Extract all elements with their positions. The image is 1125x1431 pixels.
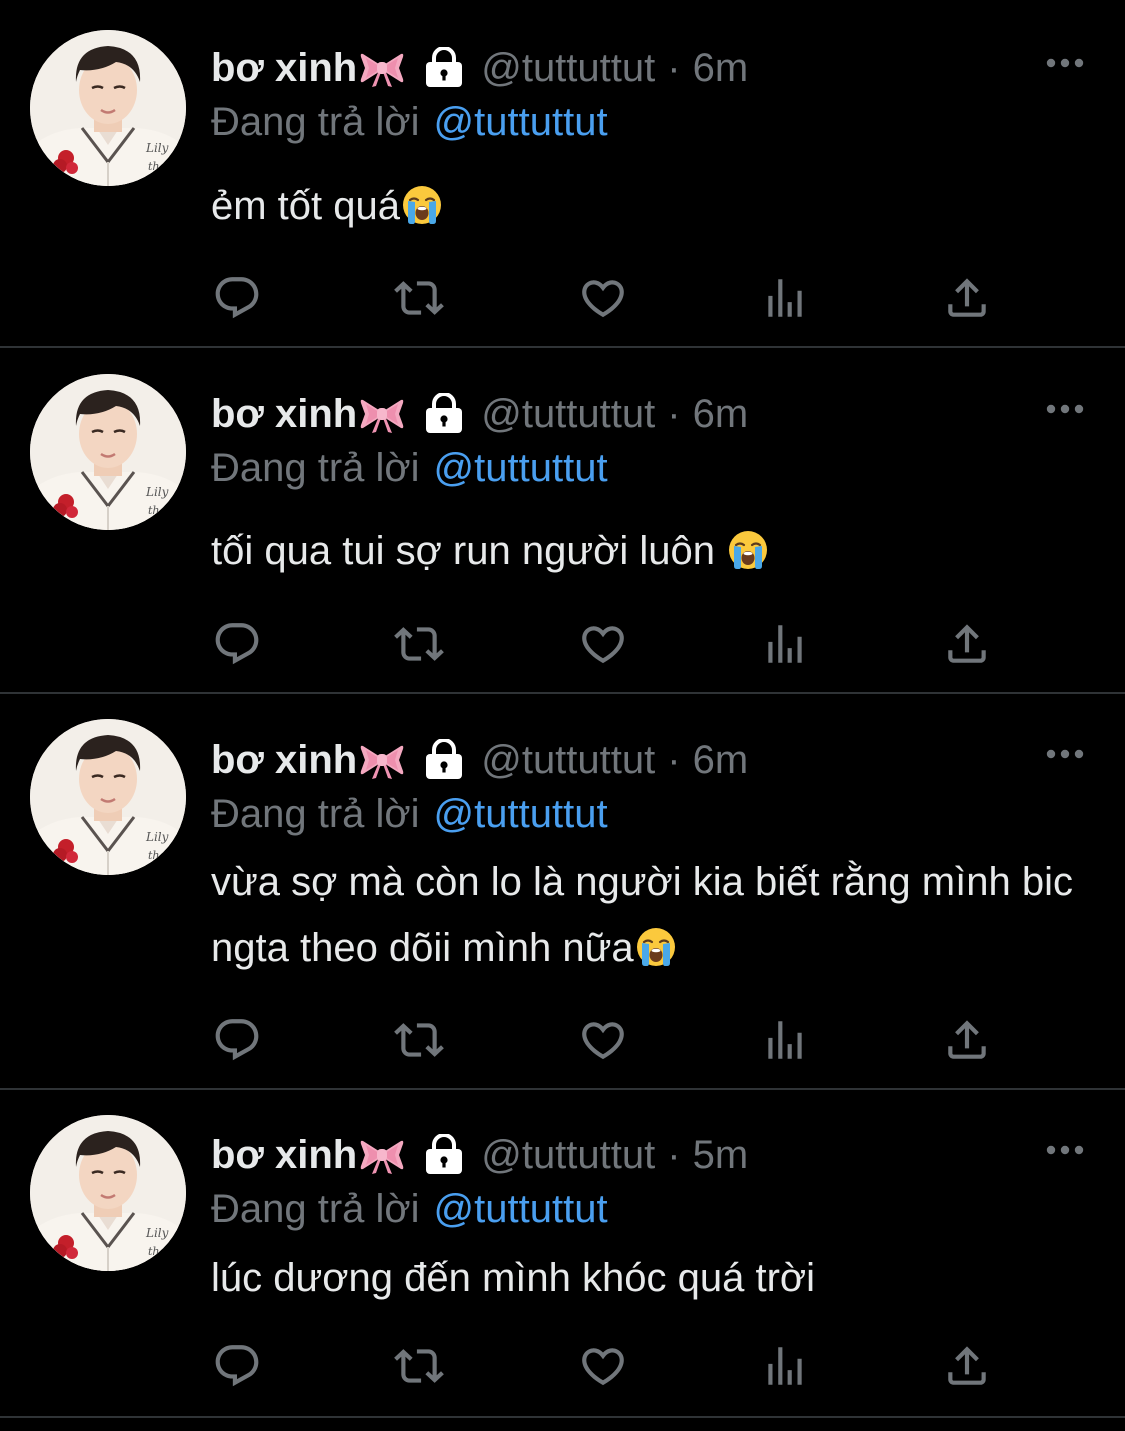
tweet-text: lúc dương đến mình khóc quá trời — [211, 1245, 1091, 1311]
tweet-text: ẻm tốt quá — [211, 173, 1091, 239]
reply-handle-link[interactable]: @tuttuttut — [434, 446, 608, 490]
reply-icon[interactable] — [212, 1341, 262, 1391]
tweet-text-content: lúc dương đến mình khóc quá trời — [211, 1256, 816, 1300]
share-icon[interactable] — [942, 1015, 992, 1065]
reply-label: Đang trả lời — [211, 792, 420, 836]
lock-icon — [423, 393, 465, 435]
reply-handle-link[interactable]: @tuttuttut — [434, 100, 608, 144]
lock-icon — [423, 47, 465, 89]
separator-dot: · — [667, 46, 681, 90]
ribbon-icon — [359, 394, 405, 434]
retweet-icon[interactable] — [394, 1341, 444, 1391]
crying-face-icon — [636, 927, 676, 967]
lock-icon — [423, 1134, 465, 1176]
tweet-text-content: tối qua tui sợ run người luôn — [211, 529, 727, 573]
like-icon[interactable] — [578, 1341, 628, 1391]
like-icon[interactable] — [578, 273, 628, 323]
reply-icon[interactable] — [212, 619, 262, 669]
views-icon[interactable] — [760, 273, 810, 323]
like-icon[interactable] — [578, 619, 628, 669]
retweet-icon[interactable] — [394, 619, 444, 669]
more-icon[interactable] — [1045, 57, 1085, 69]
share-icon[interactable] — [942, 619, 992, 669]
user-handle[interactable]: @tuttuttut — [481, 1131, 655, 1179]
retweet-icon[interactable] — [394, 273, 444, 323]
avatar[interactable] — [30, 719, 186, 875]
separator-dot: · — [667, 1133, 681, 1177]
timestamp[interactable]: 6m — [693, 44, 749, 92]
reply-handle-link[interactable]: @tuttuttut — [434, 1187, 608, 1231]
divider — [0, 1416, 1125, 1418]
retweet-icon[interactable] — [394, 1015, 444, 1065]
tweet[interactable]: bơ xinh @tuttuttut · 6m Đang trả lời @tut… — [0, 694, 1125, 1088]
reply-icon[interactable] — [212, 273, 262, 323]
avatar[interactable] — [30, 1115, 186, 1271]
crying-face-icon — [728, 530, 768, 570]
like-icon[interactable] — [578, 1015, 628, 1065]
tweet[interactable]: bơ xinh @tuttuttut · 6m Đang trả lời @tut… — [0, 0, 1125, 346]
reply-icon[interactable] — [212, 1015, 262, 1065]
display-name[interactable]: bơ xinh — [211, 1131, 357, 1179]
user-handle[interactable]: @tuttuttut — [481, 736, 655, 784]
more-icon[interactable] — [1045, 1144, 1085, 1156]
reply-label: Đang trả lời — [211, 1187, 420, 1231]
user-handle[interactable]: @tuttuttut — [481, 44, 655, 92]
timestamp[interactable]: 6m — [693, 736, 749, 784]
views-icon[interactable] — [760, 1341, 810, 1391]
crying-face-icon — [402, 185, 442, 225]
separator-dot: · — [667, 392, 681, 436]
views-icon[interactable] — [760, 1015, 810, 1065]
share-icon[interactable] — [942, 273, 992, 323]
timestamp[interactable]: 5m — [693, 1131, 749, 1179]
separator-dot: · — [667, 738, 681, 782]
reply-label: Đang trả lời — [211, 100, 420, 144]
display-name[interactable]: bơ xinh — [211, 736, 357, 784]
ribbon-icon — [359, 1135, 405, 1175]
display-name[interactable]: bơ xinh — [211, 390, 357, 438]
reply-label: Đang trả lời — [211, 446, 420, 490]
timestamp[interactable]: 6m — [693, 390, 749, 438]
avatar[interactable] — [30, 30, 186, 186]
tweet[interactable]: bơ xinh @tuttuttut · 6m Đang trả lời @tut… — [0, 348, 1125, 692]
avatar[interactable] — [30, 374, 186, 530]
more-icon[interactable] — [1045, 748, 1085, 760]
share-icon[interactable] — [942, 1341, 992, 1391]
ribbon-icon — [359, 48, 405, 88]
ribbon-icon — [359, 740, 405, 780]
tweet-text: vừa sợ mà còn lo là người kia biết rằng … — [211, 849, 1091, 981]
views-icon[interactable] — [760, 619, 810, 669]
tweet-text: tối qua tui sợ run người luôn — [211, 518, 1091, 584]
reply-handle-link[interactable]: @tuttuttut — [434, 792, 608, 836]
lock-icon — [423, 739, 465, 781]
display-name[interactable]: bơ xinh — [211, 44, 357, 92]
user-handle[interactable]: @tuttuttut — [481, 390, 655, 438]
tweet-text-content: ẻm tốt quá — [211, 184, 401, 228]
more-icon[interactable] — [1045, 403, 1085, 415]
tweet[interactable]: bơ xinh @tuttuttut · 5m Đang trả lời @tut… — [0, 1090, 1125, 1416]
